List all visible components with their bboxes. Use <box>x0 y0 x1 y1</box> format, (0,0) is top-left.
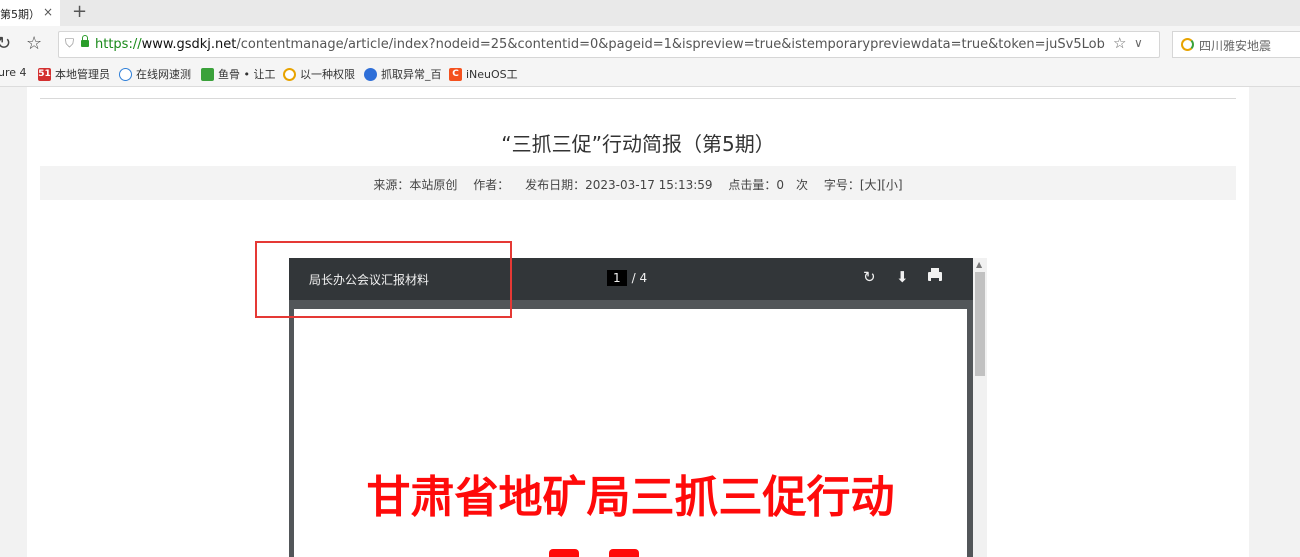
star-icon[interactable]: ☆ <box>26 34 42 54</box>
search-engine-icon <box>283 67 296 81</box>
favorite-star-icon[interactable]: ☆ <box>1113 34 1126 52</box>
url-path: /contentmanage/article/index?nodeid=25&c… <box>236 37 1105 52</box>
lock-icon <box>81 35 89 47</box>
rotate-icon[interactable]: ↻ <box>863 268 876 286</box>
tab-strip: 第5期） × + <box>0 0 1300 26</box>
baidu-paw-icon <box>364 67 377 81</box>
download-icon[interactable]: ⬇ <box>896 268 909 286</box>
meta-clicks: 点击量：0 次 <box>728 178 809 192</box>
scrollbar[interactable]: ▲ <box>973 258 987 557</box>
meta-source: 来源：本站原创 <box>373 178 458 192</box>
article-title: “三抓三促”行动简报（第5期） <box>501 132 775 156</box>
bookmark-item[interactable]: 以一种权限 <box>283 66 355 82</box>
search-box[interactable]: 四川雅安地震 <box>1172 31 1300 58</box>
bookmark-item[interactable]: ure 4 <box>0 66 27 79</box>
fishbone-icon <box>201 67 214 81</box>
url-text[interactable]: https://www.gsdkj.net/contentmanage/arti… <box>95 37 1105 52</box>
page-total: / 4 <box>631 271 648 285</box>
bookmark-item[interactable]: 鱼骨 • 让工 <box>201 66 275 82</box>
page-number-input[interactable]: 1 <box>607 270 627 286</box>
bookmark-item[interactable]: 51 本地管理员 <box>38 66 110 82</box>
scroll-up-icon[interactable]: ▲ <box>976 260 982 269</box>
pdf-page-heading: 甘肃省地矿局三抓三促行动 <box>366 472 895 523</box>
search-engine-icon <box>1181 38 1194 51</box>
bookmark-item[interactable]: 抓取异常_百 <box>364 66 442 82</box>
article-meta: 来源：本站原创 作者： 发布日期：2023-03-17 15:13:59 点击量… <box>40 176 1236 193</box>
bookmark-item[interactable]: CiNeuOS工 <box>449 66 518 82</box>
bookmark-item[interactable]: 在线网速测 <box>119 66 191 82</box>
speedtest-icon <box>119 67 132 81</box>
meta-date: 发布日期：2023-03-17 15:13:59 <box>525 178 713 192</box>
browser-tab[interactable]: 第5期） × <box>0 0 60 26</box>
search-input[interactable]: 四川雅安地震 <box>1199 37 1271 54</box>
shield-icon[interactable]: ⛉ <box>65 36 74 51</box>
article-container: “三抓三促”行动简报（第5期） 来源：本站原创 作者： 发布日期：2023-03… <box>27 87 1249 557</box>
address-bar[interactable]: ⛉ https://www.gsdkj.net/contentmanage/ar… <box>58 31 1160 58</box>
bookmark-c-icon: C <box>449 67 462 81</box>
new-tab-button[interactable]: + <box>72 2 87 22</box>
bookmark-51-icon: 51 <box>38 67 51 81</box>
article-meta-bar: 来源：本站原创 作者： 发布日期：2023-03-17 15:13:59 点击量… <box>40 166 1236 200</box>
chevron-down-icon[interactable]: ∨ <box>1134 36 1143 50</box>
address-row: ↻ ☆ ⛉ https://www.gsdkj.net/contentmanag… <box>0 26 1300 62</box>
print-icon[interactable] <box>928 268 942 281</box>
annotation-highlight-box <box>255 241 512 318</box>
reload-icon[interactable]: ↻ <box>0 34 11 54</box>
pdf-subheading-cutoff <box>549 549 709 557</box>
tab-title: 第5期） <box>0 8 40 21</box>
url-protocol: https:// <box>95 37 142 52</box>
url-host: www.gsdkj.net <box>141 37 237 52</box>
scrollbar-thumb[interactable] <box>975 272 985 376</box>
close-icon[interactable]: × <box>43 5 53 19</box>
bookmarks-bar: ure 4 51 本地管理员 在线网速测 鱼骨 • 让工 以一种权限 抓取异常_百… <box>0 62 1300 87</box>
divider <box>40 98 1236 99</box>
meta-author: 作者： <box>473 178 510 192</box>
pdf-page-indicator: 1 / 4 <box>607 270 647 286</box>
meta-fontsize[interactable]: 字号：[大][小] <box>824 178 903 192</box>
pdf-page: 甘肃省地矿局三抓三促行动 <box>294 309 967 557</box>
